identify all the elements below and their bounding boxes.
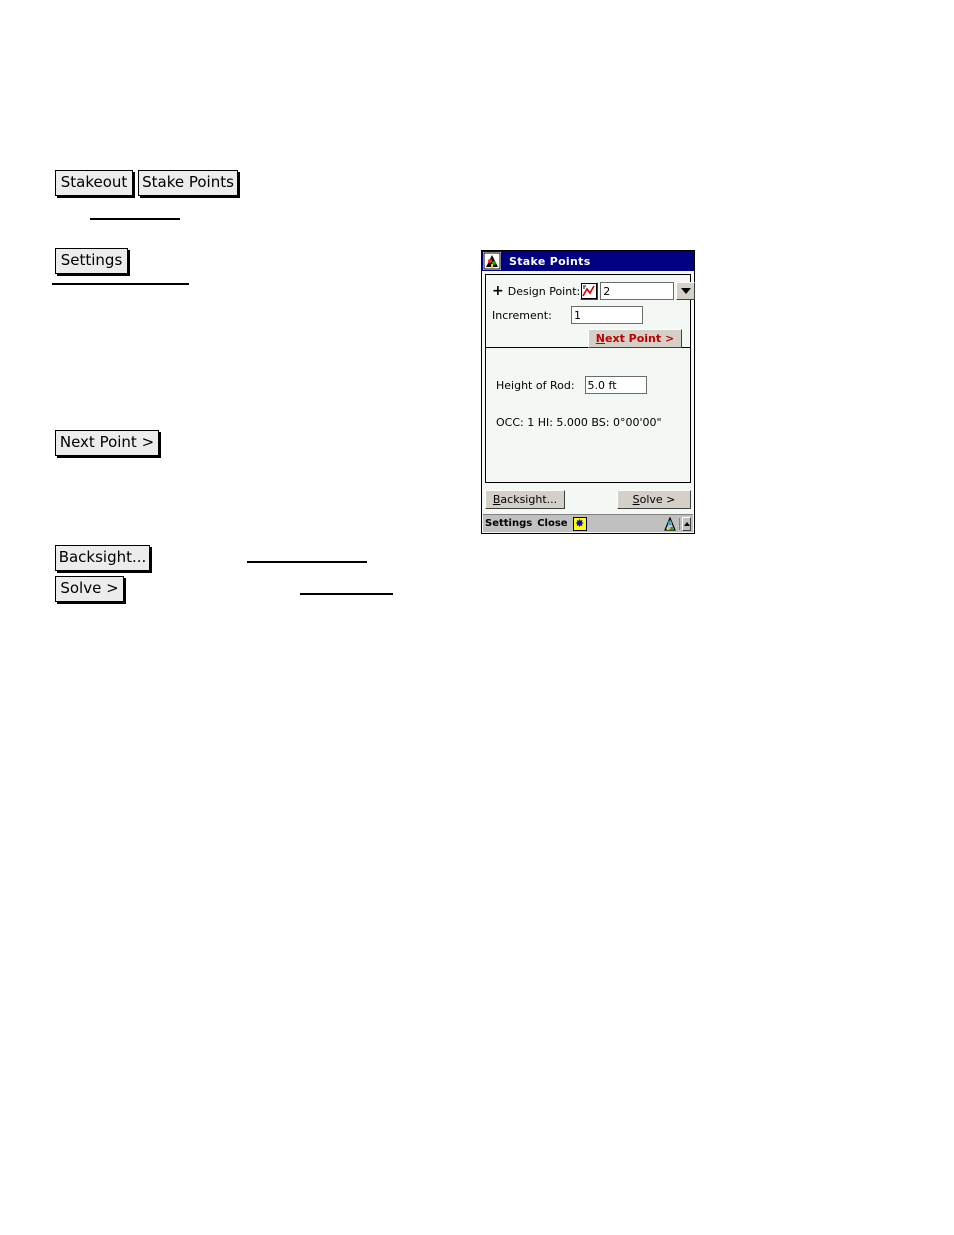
doc-button-next-point[interactable]: Next Point >	[55, 430, 159, 456]
solve-accel: S	[632, 493, 640, 506]
occupation-status-line: OCC: 1 HI: 5.000 BS: 0°00'00"	[496, 416, 662, 429]
redaction-rule	[90, 218, 180, 220]
rod-status-panel: Height of Rod: OCC: 1 HI: 5.000 BS: 0°00…	[485, 348, 691, 483]
next-point-accel: N	[595, 332, 606, 345]
backsight-label: acksight...	[500, 493, 558, 506]
taskbar-right-group	[663, 516, 691, 531]
doc-button-stake-points[interactable]: Stake Points	[138, 170, 238, 196]
dialog-button-bar: Backsight... Solve >	[485, 490, 691, 509]
increment-label: Increment:	[492, 308, 552, 322]
stake-points-app-icon	[483, 252, 501, 270]
pda-client-area: + Design Point: Increment:	[482, 271, 696, 513]
height-of-rod-row: Height of Rod:	[492, 376, 684, 394]
design-point-panel: + Design Point: Increment:	[485, 274, 696, 348]
plus-icon: +	[492, 283, 504, 299]
star-icon: ✸	[574, 517, 585, 530]
next-point-row: Next Point >	[492, 329, 684, 348]
doc-button-backsight[interactable]: Backsight...	[55, 545, 150, 571]
taskbar-settings-menu[interactable]: Settings	[485, 518, 532, 529]
star-button[interactable]: ✸	[572, 516, 587, 531]
chevron-down-icon[interactable]	[676, 282, 696, 300]
solve-button[interactable]: Solve >	[617, 490, 691, 509]
taskbar-left-group: Settings Close ✸	[485, 516, 587, 531]
redaction-rule	[300, 593, 393, 595]
design-point-input[interactable]	[600, 282, 675, 300]
backsight-button[interactable]: Backsight...	[485, 490, 565, 509]
pda-title-text: Stake Points	[509, 254, 591, 268]
height-of-rod-label: Height of Rod:	[496, 378, 575, 392]
increment-row: Increment:	[492, 305, 684, 325]
next-point-button[interactable]: Next Point >	[588, 329, 682, 348]
doc-button-stakeout[interactable]: Stakeout	[55, 170, 133, 196]
taskbar-divider	[679, 517, 680, 530]
redaction-rule	[247, 561, 367, 563]
map-point-picker-icon[interactable]	[580, 282, 599, 300]
next-point-label: ext Point >	[605, 332, 675, 345]
pda-taskbar: Settings Close ✸	[483, 514, 693, 532]
taskbar-close-menu[interactable]: Close	[537, 518, 567, 529]
height-of-rod-input[interactable]	[584, 376, 647, 394]
chevron-up-icon[interactable]	[682, 516, 691, 531]
solve-label: olve >	[639, 493, 676, 506]
design-point-row: + Design Point:	[492, 281, 696, 301]
design-point-label: Design Point:	[507, 284, 581, 298]
redaction-rule	[52, 283, 189, 285]
pda-window: Stake Points + Design Point: 2 Increment…	[481, 250, 696, 534]
pda-titlebar: Stake Points	[482, 251, 694, 271]
increment-input[interactable]	[571, 306, 643, 324]
survey-tripod-icon[interactable]	[663, 516, 677, 531]
doc-button-solve[interactable]: Solve >	[55, 576, 124, 602]
doc-button-settings[interactable]: Settings	[55, 248, 128, 274]
